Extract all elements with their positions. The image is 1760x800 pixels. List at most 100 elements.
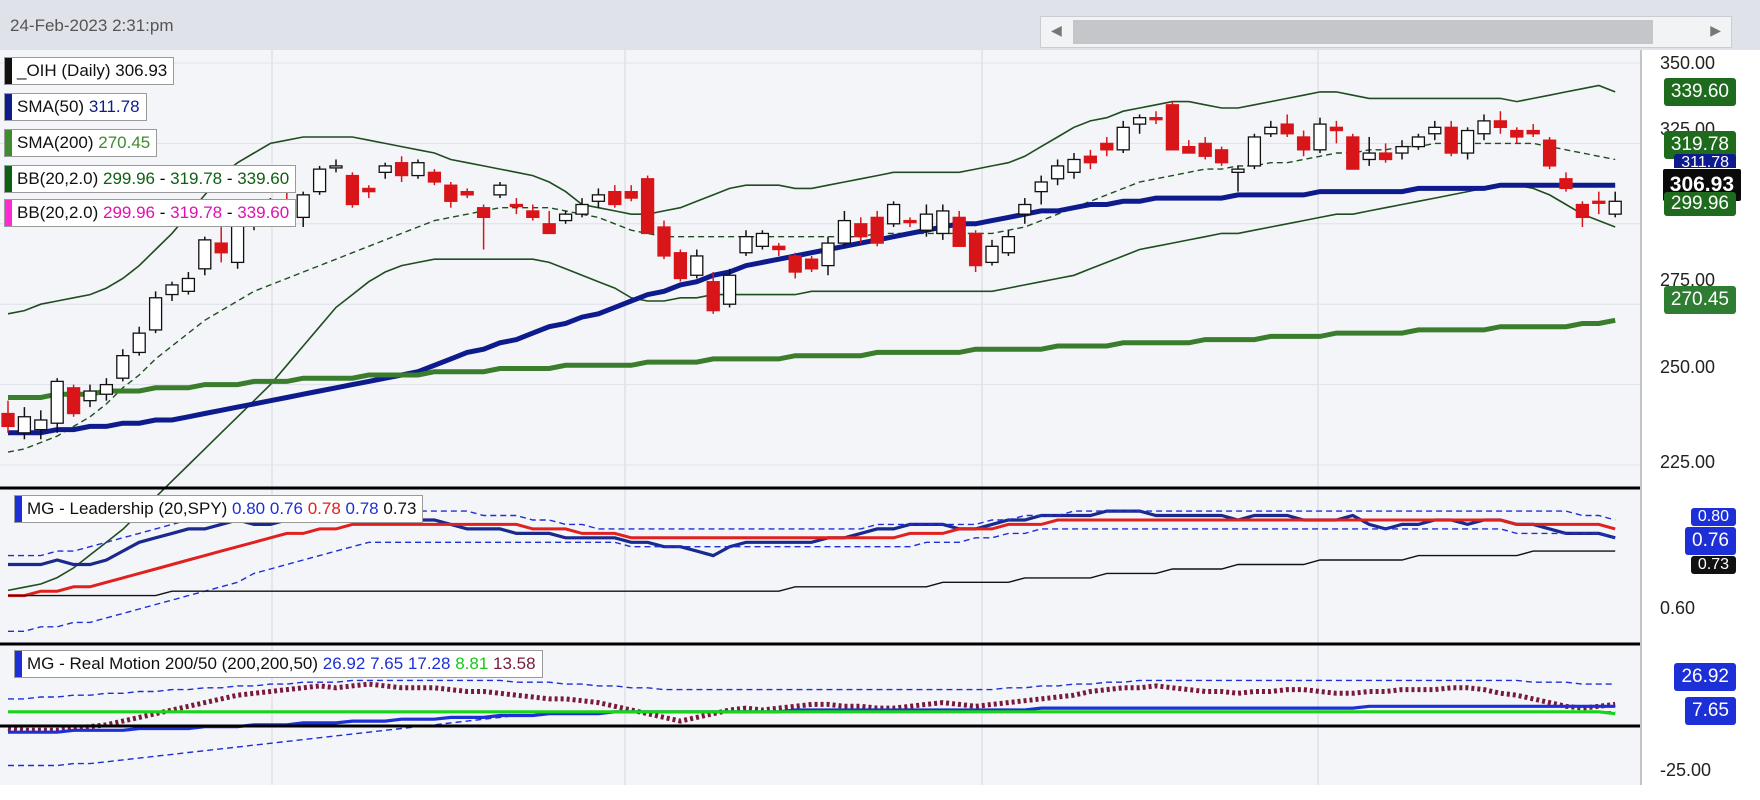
candle-body-11 bbox=[181, 277, 196, 292]
legend-leadership-v3: 0.78 bbox=[307, 499, 341, 518]
candle-body-8 bbox=[132, 332, 146, 354]
candle-71 bbox=[1165, 101, 1180, 151]
candle-body-58 bbox=[952, 216, 966, 247]
candle-body-93 bbox=[1526, 129, 1540, 135]
candle-body-0 bbox=[1, 412, 15, 428]
legend-leadership-v5: 0.73 bbox=[383, 499, 417, 518]
candle-19 bbox=[312, 165, 327, 195]
candle-12 bbox=[198, 236, 212, 276]
candle-body-14 bbox=[230, 223, 245, 264]
candle-39 bbox=[640, 175, 655, 235]
candle-body-4 bbox=[66, 387, 81, 415]
candle-body-10 bbox=[165, 284, 179, 296]
candle-body-51 bbox=[837, 219, 852, 244]
candle-body-21 bbox=[345, 174, 360, 206]
legend-leadership[interactable]: MG - Leadership (20,SPY) 0.80 0.76 0.78 … bbox=[14, 495, 424, 523]
candle-body-37 bbox=[608, 190, 622, 206]
date-stamp: 24-Feb-2023 2:31:pm bbox=[10, 16, 174, 35]
legend-bb-green-upper: 339.60 bbox=[237, 169, 290, 188]
candle-body-25 bbox=[411, 162, 425, 177]
candle-body-91 bbox=[1493, 120, 1508, 128]
candle-body-22 bbox=[362, 187, 376, 193]
horizontal-scrollbar[interactable]: ◀ ▶ bbox=[1040, 16, 1732, 48]
candle-body-70 bbox=[1149, 117, 1163, 121]
candle-body-50 bbox=[821, 242, 835, 267]
legend-leadership-v4: 0.78 bbox=[345, 499, 379, 518]
chart-canvas[interactable] bbox=[0, 0, 1760, 800]
candle-body-84 bbox=[1378, 152, 1393, 161]
candle-body-63 bbox=[1034, 181, 1048, 193]
candle-74 bbox=[1214, 146, 1229, 166]
candle-body-30 bbox=[493, 184, 507, 196]
legend-realmotion-v1: 26.92 bbox=[322, 654, 366, 673]
candle-body-44 bbox=[722, 274, 737, 305]
candle-body-52 bbox=[854, 223, 868, 238]
candle-94 bbox=[1542, 136, 1557, 170]
legend-bb-magenta[interactable]: BB(20,2.0) 299.96 - 319.78 - 339.60 bbox=[4, 199, 297, 227]
candle-body-66 bbox=[1083, 155, 1098, 164]
candle-body-78 bbox=[1280, 123, 1294, 135]
candle-body-80 bbox=[1313, 123, 1327, 151]
legend-bb-green-lower: 299.96 bbox=[103, 169, 155, 188]
legend-sma50-swatch bbox=[5, 94, 12, 120]
candle-body-65 bbox=[1067, 158, 1081, 173]
candle-body-28 bbox=[460, 190, 474, 196]
legend-realmotion[interactable]: MG - Real Motion 200/50 (200,200,50) 26.… bbox=[14, 650, 543, 678]
candle-body-54 bbox=[886, 203, 901, 225]
candle-body-13 bbox=[214, 242, 228, 254]
candle-4 bbox=[66, 384, 81, 417]
legend-bb-green[interactable]: BB(20,2.0) 299.96 - 319.78 - 339.60 bbox=[4, 165, 297, 193]
legend-price[interactable]: _OIH (Daily) 306.93 bbox=[4, 57, 175, 85]
axis-label-350: 350.00 bbox=[1660, 53, 1716, 73]
candle-body-98 bbox=[1608, 200, 1622, 215]
candle-body-90 bbox=[1477, 120, 1491, 135]
candle-46 bbox=[755, 230, 770, 250]
candle-21 bbox=[345, 172, 360, 208]
scroll-left-icon[interactable]: ◀ bbox=[1051, 22, 1062, 39]
legend-price-name: _OIH (Daily) bbox=[17, 61, 111, 80]
candle-body-5 bbox=[83, 390, 97, 402]
candle-body-42 bbox=[690, 255, 704, 276]
candle-body-2 bbox=[34, 419, 48, 431]
legend-bb-magenta-swatch bbox=[5, 200, 12, 226]
legend-sma50-name: SMA(50) bbox=[17, 97, 85, 116]
candle-body-56 bbox=[919, 213, 934, 231]
legend-sma50[interactable]: SMA(50) 311.78 bbox=[4, 93, 147, 121]
legend-bb-magenta-lower: 299.96 bbox=[103, 203, 155, 222]
candle-54 bbox=[886, 201, 901, 228]
candle-body-57 bbox=[936, 210, 950, 235]
tag-lead-main: 0.76 bbox=[1685, 527, 1736, 555]
candle-body-64 bbox=[1050, 165, 1065, 180]
candle-body-75 bbox=[1231, 168, 1245, 173]
scroll-right-icon[interactable]: ▶ bbox=[1710, 22, 1721, 39]
candle-body-77 bbox=[1264, 126, 1278, 135]
candle-body-86 bbox=[1411, 136, 1426, 148]
candle-25 bbox=[411, 159, 425, 179]
legend-sma200-value: 270.45 bbox=[98, 133, 151, 152]
candle-body-29 bbox=[476, 207, 491, 219]
candle-body-89 bbox=[1460, 129, 1475, 154]
candle-body-26 bbox=[427, 171, 442, 183]
tag-bb-upper: 339.60 bbox=[1663, 78, 1736, 106]
legend-leadership-name: MG - Leadership (20,SPY) bbox=[27, 499, 228, 518]
candle-body-94 bbox=[1542, 139, 1557, 167]
candle-body-34 bbox=[558, 213, 573, 222]
legend-realmotion-v3: 17.28 bbox=[407, 654, 451, 673]
scrollbar-thumb[interactable] bbox=[1073, 20, 1653, 44]
candle-body-6 bbox=[99, 383, 114, 395]
axis-label-060: 0.60 bbox=[1660, 598, 1696, 618]
candle-body-95 bbox=[1559, 178, 1573, 190]
candle-body-9 bbox=[148, 297, 163, 331]
candle-body-12 bbox=[198, 239, 212, 270]
candle-body-18 bbox=[296, 194, 310, 219]
candle-body-92 bbox=[1510, 129, 1524, 138]
axis-label-minus25: -25.00 bbox=[1660, 760, 1712, 780]
axis-label-250: 250.00 bbox=[1660, 357, 1716, 377]
legend-sma200[interactable]: SMA(200) 270.45 bbox=[4, 129, 158, 157]
candle-body-19 bbox=[312, 168, 327, 193]
candle-body-97 bbox=[1592, 200, 1606, 204]
tag-lead-upper: 0.80 bbox=[1690, 508, 1736, 526]
legend-bb-green-swatch bbox=[5, 166, 12, 192]
legend-realmotion-v4: 8.81 bbox=[455, 654, 489, 673]
candle-body-74 bbox=[1214, 149, 1229, 164]
